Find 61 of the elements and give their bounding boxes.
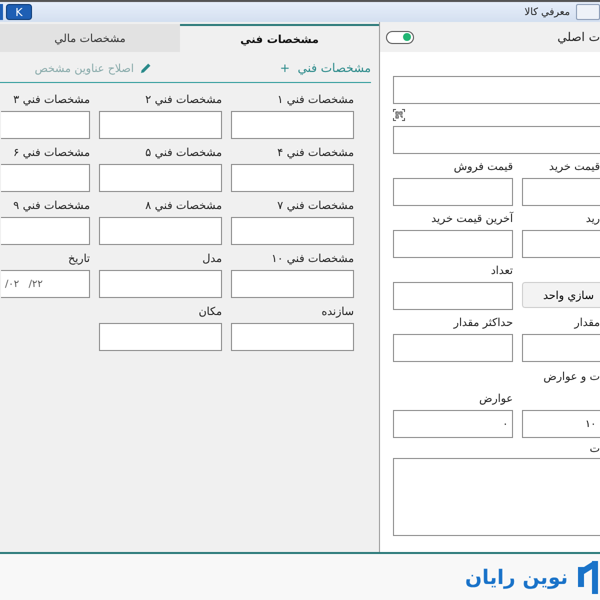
field-label: سازنده: [320, 304, 354, 320]
field-label: مشخصات فني ۲: [144, 92, 222, 108]
text-field[interactable]: [393, 178, 513, 206]
text-field[interactable]: [1, 111, 90, 139]
text-field[interactable]: [231, 164, 354, 192]
text-field[interactable]: [99, 323, 222, 351]
unit-button[interactable]: سازي واحد: [522, 282, 600, 308]
text-field[interactable]: [393, 334, 513, 362]
brand-name: نوين رايان: [465, 565, 568, 589]
text-field[interactable]: [393, 76, 600, 104]
date-field[interactable]: /۰۲ /۲۲: [1, 270, 90, 298]
text-field[interactable]: [99, 111, 222, 139]
add-button[interactable]: مشخصات فني +: [280, 61, 371, 75]
field-label: مشخصات فني ۶: [12, 144, 90, 161]
field-label: قيمت خريد: [548, 158, 600, 175]
field-label: تاريخ: [67, 250, 90, 267]
window-title: معرفي كالا: [524, 6, 570, 18]
text-field[interactable]: [99, 217, 222, 245]
text-field[interactable]: [522, 230, 600, 258]
notes-field[interactable]: [393, 458, 600, 536]
field-label: مدل: [201, 250, 222, 266]
toggle-switch[interactable]: [386, 30, 414, 44]
text-field[interactable]: ۰: [393, 410, 513, 438]
text-field[interactable]: [231, 111, 354, 139]
text-field[interactable]: ۱۰: [522, 410, 600, 438]
text-field[interactable]: [1, 164, 90, 192]
field-label: مشخصات فني ۴: [276, 144, 354, 161]
text-field[interactable]: [522, 178, 600, 206]
tab[interactable]: مشخصات مالي: [0, 24, 180, 52]
scan-icon[interactable]: [393, 109, 405, 121]
text-field[interactable]: [231, 323, 354, 351]
field-label: حداكثر مقدار: [452, 314, 513, 331]
field-label: مشخصات فني ۳: [12, 92, 90, 108]
text-field[interactable]: [1, 217, 90, 245]
text-field[interactable]: [393, 126, 600, 154]
field-label: مشخصات فني ۸: [144, 198, 222, 214]
section-title: ت اصلي: [557, 30, 600, 44]
field-label: مشخصات فني ۱۰: [270, 250, 354, 267]
field-label: مشخصات فني ۱: [276, 92, 354, 108]
text-field[interactable]: [393, 230, 513, 258]
text-field[interactable]: [231, 217, 354, 245]
pencil-icon[interactable]: [140, 62, 152, 74]
field-label: قيمت فروش: [452, 158, 513, 175]
field-label: مشخصات فني ۷: [276, 198, 354, 214]
section-label: ت و عوارض: [543, 370, 600, 382]
field-label: مشخصات فني ۵: [144, 144, 222, 161]
minimize-button[interactable]: [576, 4, 600, 20]
text-field[interactable]: [393, 282, 513, 310]
field-label: تعداد: [490, 262, 513, 278]
text-field[interactable]: [522, 334, 600, 362]
field-label: ريد: [584, 210, 600, 227]
field-label: عوارض: [478, 390, 513, 407]
field-label: مكان: [198, 304, 222, 320]
k-button[interactable]: K: [6, 4, 32, 20]
field-label: مشخصات فني ۹: [12, 198, 90, 214]
text-field[interactable]: [99, 270, 222, 298]
text-field[interactable]: [99, 164, 222, 192]
field-label: مقدار: [572, 314, 600, 331]
field-label: ت: [590, 442, 600, 454]
field-label: آخرين قيمت خريد: [430, 210, 513, 227]
text-field[interactable]: [231, 270, 354, 298]
